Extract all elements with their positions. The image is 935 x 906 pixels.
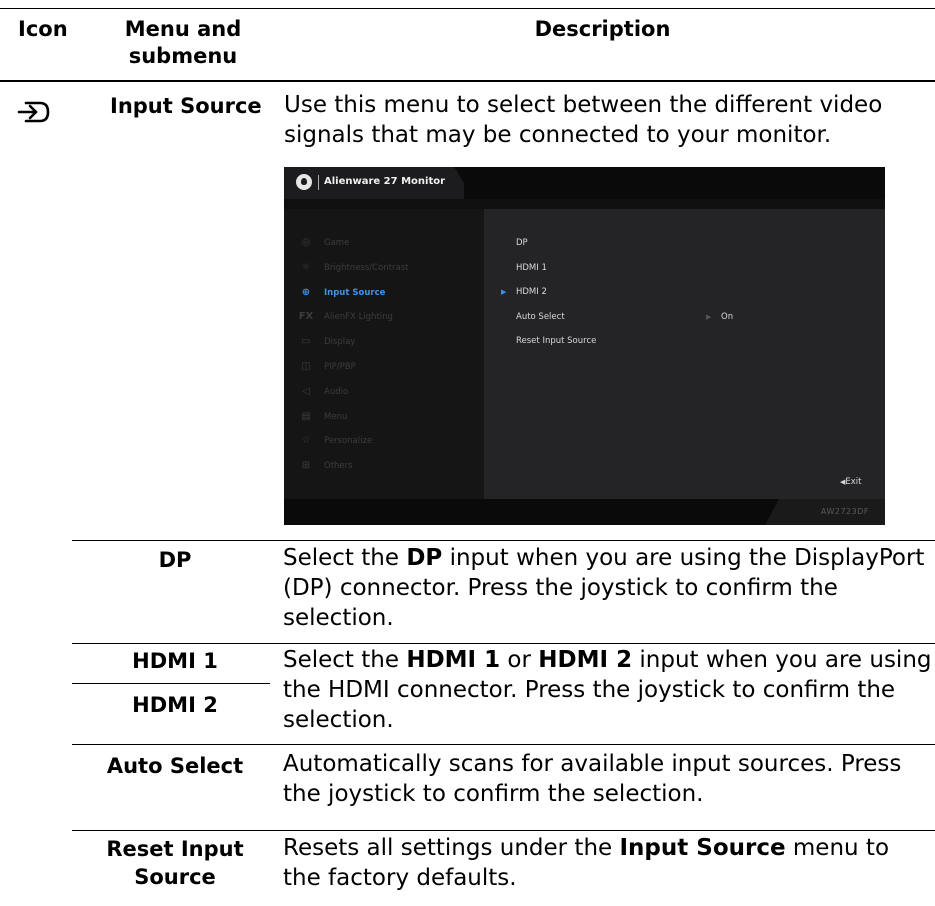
header-description: Description <box>534 17 671 41</box>
osd-menu-item-audio[interactable]: ◁ Audio <box>298 384 348 400</box>
menu-icon: ▤ <box>301 411 311 422</box>
osd-option-hdmi1[interactable]: HDMI 1 <box>516 261 547 275</box>
row-rule-auto-select-top <box>72 744 935 745</box>
alienware-logo-icon <box>296 174 312 190</box>
row-rule-hdmi1-top <box>72 643 935 644</box>
osd-menu-item-display[interactable]: ▭ Display <box>298 334 355 350</box>
osd-menu-item-pip[interactable]: ◫ PIP/PBP <box>298 359 355 375</box>
display-icon: ▭ <box>301 336 311 347</box>
osd-screenshot: Alienware 27 Monitor ◎ Game ☼ Brightness/C… <box>284 167 885 525</box>
osd-menu-item-game[interactable]: ◎ Game <box>298 235 350 251</box>
osd-menu-item-alienfx[interactable]: FX AlienFX Lighting <box>298 309 393 325</box>
others-icon: ⊞ <box>301 460 311 471</box>
input-source-icon: ⊕ <box>301 287 311 298</box>
menu-label-reset-input-source: Reset Input Source <box>106 837 244 889</box>
menu-label-hdmi1: HDMI 1 <box>132 649 218 673</box>
osd-option-hdmi2[interactable]: HDMI 2 <box>516 285 547 299</box>
osd-option-reset-input-source[interactable]: Reset Input Source <box>516 334 596 348</box>
header-icon: Icon <box>18 17 68 41</box>
auto-select-description: Automatically scans for available input … <box>283 751 902 807</box>
header-menu-submenu: Menu and submenu <box>124 17 242 68</box>
input-source-icon <box>16 96 52 128</box>
gamepad-icon: ◎ <box>301 237 311 248</box>
submenu-arrow-icon: ▶ <box>706 313 712 321</box>
osd-option-dp[interactable]: DP <box>516 236 528 250</box>
brightness-icon: ☼ <box>301 262 311 273</box>
row-rule-hdmi2-top <box>72 683 270 684</box>
hdmi-description: Select the HDMI 1 or HDMI 2 input when y… <box>283 647 932 733</box>
row-rule-dp-top <box>72 540 935 541</box>
header-bottom-rule <box>0 80 935 82</box>
osd-menu-item-input-source[interactable]: ⊕ Input Source <box>298 285 386 301</box>
menu-label-dp: DP <box>158 548 192 572</box>
osd-auto-select-value: On <box>721 312 734 322</box>
audio-icon: ◁ <box>302 386 310 397</box>
osd-option-auto-select[interactable]: Auto Select <box>516 310 565 324</box>
osd-menu-panel <box>284 209 484 499</box>
osd-menu-item-menu[interactable]: ▤ Menu <box>298 409 347 425</box>
osd-menu-item-brightness[interactable]: ☼ Brightness/Contrast <box>298 260 409 276</box>
dp-description: Select the DP input when you are using t… <box>283 545 925 631</box>
osd-options-panel <box>484 209 885 499</box>
menu-label-hdmi2: HDMI 2 <box>132 693 218 717</box>
osd-menu-item-personalize[interactable]: ☆ Personalize <box>298 433 373 449</box>
osd-title-divider <box>318 175 319 190</box>
osd-model-name: AW2723DF <box>820 507 869 516</box>
pip-icon: ◫ <box>301 361 311 372</box>
selected-arrow-icon: ▶ <box>501 288 507 296</box>
menu-label-input-source: Input Source <box>110 94 262 118</box>
input-source-description: Use this menu to select between the diff… <box>284 92 883 148</box>
fx-icon: FX <box>298 311 314 322</box>
row-rule-reset-top <box>72 830 935 831</box>
star-icon: ☆ <box>301 435 311 446</box>
osd-exit-button[interactable]: ◀Exit <box>840 475 862 489</box>
osd-title: Alienware 27 Monitor <box>324 176 446 187</box>
menu-label-auto-select: Auto Select <box>106 754 244 778</box>
table-top-rule <box>0 8 935 9</box>
reset-input-source-description: Resets all settings under the Input Sour… <box>283 835 890 891</box>
osd-menu-item-others[interactable]: ⊞ Others <box>298 458 353 474</box>
